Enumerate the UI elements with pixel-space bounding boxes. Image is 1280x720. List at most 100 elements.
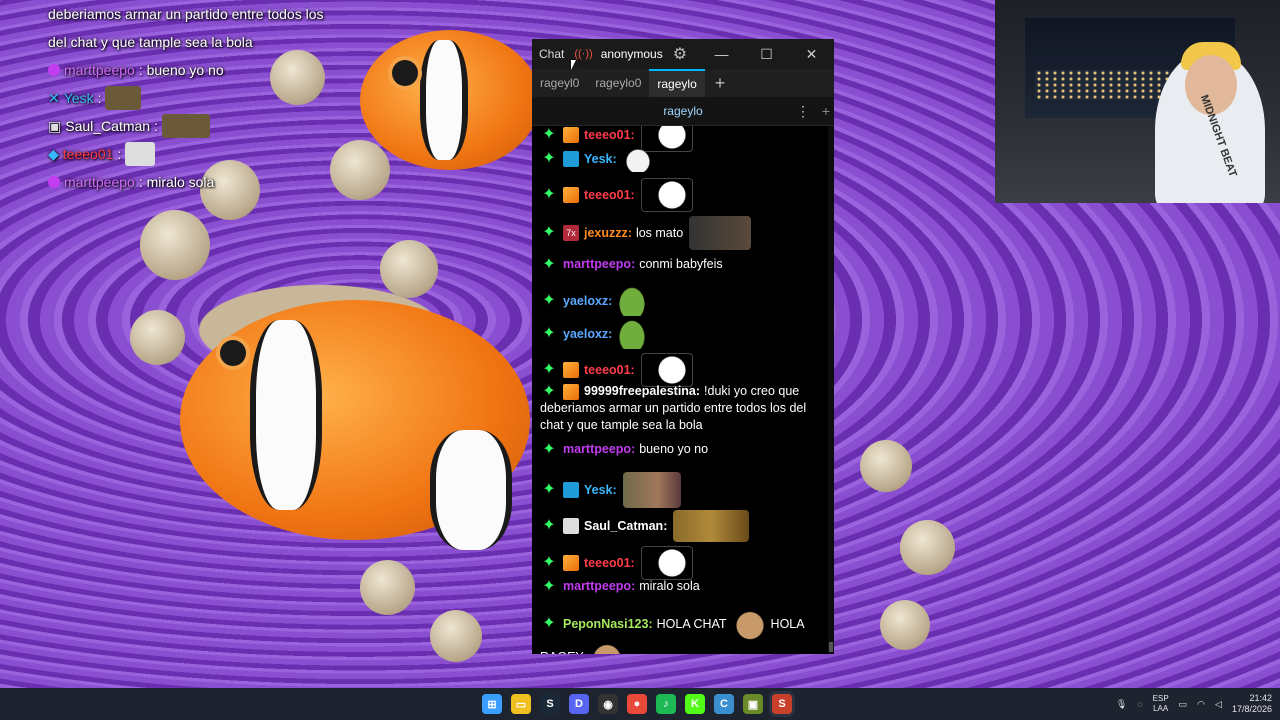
chat-username[interactable]: yaeloxz:: [563, 326, 612, 343]
chat-message[interactable]: ✦ PeponNasi123: HOLA CHAT HOLA: [540, 608, 824, 640]
chat-message[interactable]: ✦ 99999freepalestina: !duki yo creo que: [540, 383, 824, 400]
taskbar-steam-active-icon[interactable]: S: [772, 694, 792, 714]
taskbar-chrome-icon[interactable]: ●: [627, 694, 647, 714]
chat-username[interactable]: marttpeepo:: [563, 578, 635, 595]
network-icon[interactable]: ◌: [1137, 699, 1142, 709]
gear-icon[interactable]: ⚙: [673, 44, 687, 64]
emote-icon: [125, 142, 156, 166]
chat-message[interactable]: ✦ 7x jexuzzz: los mato: [540, 216, 824, 250]
taskbar-app-green-icon[interactable]: ▣: [743, 694, 763, 714]
microphone-icon[interactable]: 🎙: [1116, 699, 1127, 710]
chat-username[interactable]: marttpeepo:: [563, 256, 635, 273]
chat-username[interactable]: teeeo01:: [584, 555, 635, 572]
anemone-tentacle: [140, 210, 210, 280]
message-list[interactable]: ✦ teeeo01: ✦ Yesk: ✦ teeeo01: ✦ 7x jexuzzz: los m…: [532, 126, 828, 654]
tab-bar: rageyl0 rageylo0 rageylo +: [532, 69, 834, 97]
chat-message-text: deberiamos armar un partido entre todos …: [540, 401, 807, 415]
chat-message[interactable]: ✦ yaeloxz:: [540, 319, 824, 349]
scrollbar[interactable]: [828, 126, 834, 654]
chat-username[interactable]: marttpeepo:: [563, 441, 635, 458]
add-split-button[interactable]: +: [822, 103, 830, 119]
chat-username[interactable]: teeeo01:: [584, 127, 635, 144]
close-button[interactable]: ✕: [789, 39, 834, 69]
overlay-chat-line: marttpeepo: miralo sola: [48, 168, 378, 196]
minimize-button[interactable]: —: [699, 39, 744, 69]
chat-message[interactable]: ✦ Yesk:: [540, 146, 824, 172]
boxing-emote-icon[interactable]: [689, 216, 752, 250]
chat-message-text: !duki yo creo que: [704, 384, 800, 398]
chat-message[interactable]: deberiamos armar un partido entre todos …: [540, 400, 824, 417]
chat-message[interactable]: ✦ teeeo01:: [540, 178, 824, 212]
chat-message[interactable]: chat y que tample sea la bola: [540, 417, 824, 434]
split-menu-button[interactable]: ⋮: [796, 103, 810, 120]
tab-label: rageylo0: [595, 76, 642, 90]
chat-username[interactable]: teeeo01:: [584, 187, 635, 204]
maximize-button[interactable]: ☐: [744, 39, 789, 69]
clock-time: 21:42: [1249, 693, 1272, 703]
troll-emote-icon[interactable]: [640, 546, 693, 580]
troll-emote-icon[interactable]: [640, 178, 693, 212]
chat-message[interactable]: ✦ marttpeepo: miralo sola: [540, 578, 824, 595]
tab-rageyl0[interactable]: rageyl0: [532, 69, 587, 97]
7tv-badge-icon: 7x: [563, 225, 579, 241]
chat-message[interactable]: ✦ Saul_Catman:: [540, 510, 824, 542]
pepe-emote-icon[interactable]: [618, 319, 647, 349]
chat-message[interactable]: ✦ yaeloxz:: [540, 286, 824, 316]
chat-message[interactable]: ✦ marttpeepo: bueno yo no: [540, 441, 824, 458]
chat-username[interactable]: jexuzzz:: [584, 225, 632, 242]
mummy-emote-icon[interactable]: [622, 472, 681, 508]
chat-message[interactable]: ✦ marttpeepo: conmi babyfeis: [540, 256, 824, 273]
chat-message[interactable]: ✦ teeeo01:: [540, 546, 824, 580]
chat-message[interactable]: ✦ Yesk:: [540, 472, 824, 508]
overlay-chat-line: ◆ teeeo01:: [48, 140, 378, 168]
clock[interactable]: 21:42 17/8/2026: [1232, 693, 1272, 715]
troll-emote-icon[interactable]: [640, 353, 693, 387]
chat-message[interactable]: RAGEY: [540, 641, 824, 654]
taskbar-chatterino-icon[interactable]: C: [714, 694, 734, 714]
clock-date: 17/8/2026: [1231, 704, 1272, 714]
overlay-chat-line: ✕ Yesk:: [48, 84, 378, 112]
dog-emote-icon[interactable]: [589, 641, 624, 654]
taskbar-steam-icon[interactable]: S: [540, 694, 560, 714]
taskbar-spotify-icon[interactable]: ♪: [656, 694, 676, 714]
chat-message[interactable]: ✦ teeeo01:: [540, 353, 824, 387]
chat-username[interactable]: Saul_Catman:: [584, 518, 667, 535]
pepe-emote-icon[interactable]: [618, 286, 647, 316]
clownfish-top: [360, 30, 540, 230]
wifi-icon[interactable]: ◠: [1197, 699, 1205, 710]
volume-icon[interactable]: ◁: [1215, 699, 1222, 710]
ghost-emote-icon[interactable]: [622, 146, 653, 172]
taskbar-obs-icon[interactable]: ◉: [598, 694, 618, 714]
display-icon[interactable]: ▭: [1179, 699, 1188, 710]
chat-message-text: conmi babyfeis: [639, 257, 723, 271]
chat-username[interactable]: Yesk:: [584, 482, 617, 499]
taskbar-start-icon[interactable]: ⊞: [482, 694, 502, 714]
minions-emote-icon[interactable]: [673, 510, 750, 542]
chat-username[interactable]: Yesk:: [584, 151, 617, 168]
taskbar-file-explorer-icon[interactable]: ▭: [511, 694, 531, 714]
dog-emote-icon[interactable]: [732, 608, 767, 640]
tab-rageylo[interactable]: rageylo: [649, 69, 705, 97]
chat-username[interactable]: yaeloxz:: [563, 293, 612, 310]
vip-badge-icon: ✦: [542, 126, 556, 143]
anemone-tentacle: [360, 560, 415, 615]
language-indicator[interactable]: ESP LAA: [1153, 694, 1169, 714]
account-switcher[interactable]: anonymous: [601, 47, 663, 61]
live-status-icon[interactable]: ((·)): [574, 48, 592, 60]
taskbar-discord-icon[interactable]: D: [569, 694, 589, 714]
window-title: Chat: [539, 47, 565, 61]
system-tray: 🎙 ◌ ESP LAA ▭ ◠ ◁ 21:42 17/8/2026: [1116, 688, 1272, 720]
tab-label: rageyl0: [540, 76, 580, 90]
taskbar-kick-icon[interactable]: K: [685, 694, 705, 714]
chat-window: Chat ((·)) anonymous ⚙ — ☐ ✕ rageyl0 rag…: [532, 39, 834, 654]
tab-rageylo0[interactable]: rageylo0: [587, 69, 649, 97]
split-header[interactable]: rageylo ⋮ +: [532, 97, 834, 126]
chat-username[interactable]: PeponNasi123:: [563, 616, 653, 633]
vip-badge-icon: ✦: [542, 325, 556, 342]
chat-username[interactable]: 99999freepalestina:: [584, 383, 700, 400]
add-tab-button[interactable]: +: [705, 69, 736, 97]
scrollbar-thumb[interactable]: [829, 642, 833, 652]
title-bar[interactable]: Chat ((·)) anonymous ⚙ — ☐ ✕: [532, 39, 834, 69]
chat-username[interactable]: teeeo01:: [584, 362, 635, 379]
hammer-badge-icon: [563, 482, 579, 498]
